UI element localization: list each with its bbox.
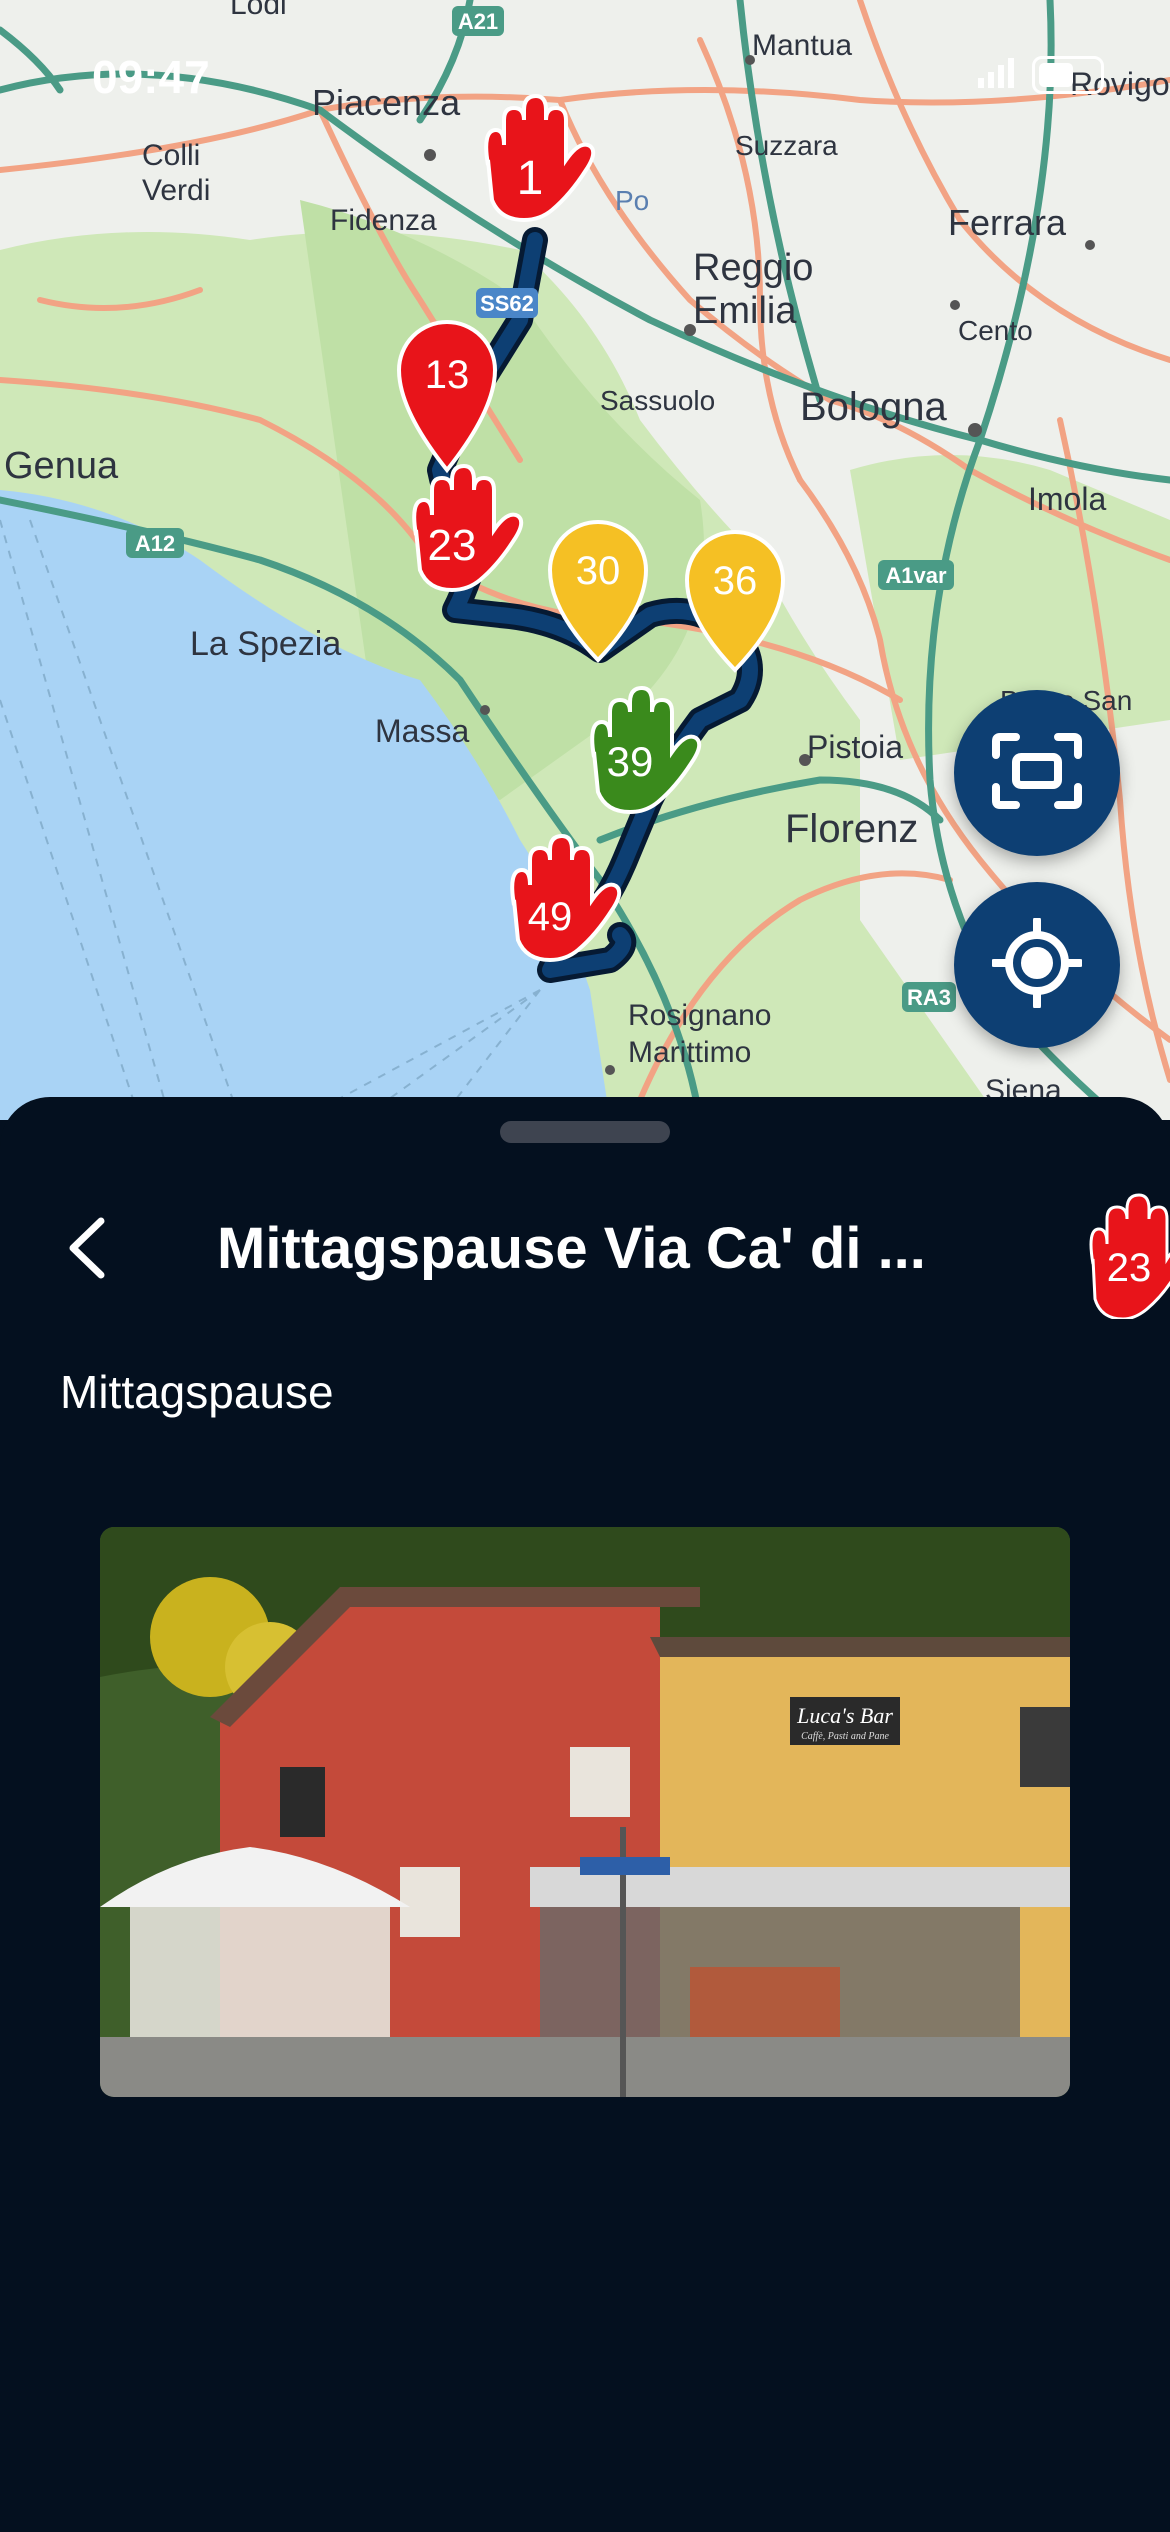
map-label: Massa: [375, 713, 469, 749]
status-time: 09:47: [92, 51, 210, 103]
status-bar: 09:47: [0, 0, 1170, 150]
stop-category: Mittagspause: [60, 1366, 334, 1418]
map-label: Verdi: [142, 174, 210, 207]
map-label: Florenz: [785, 807, 918, 851]
road-shield: RA3: [907, 985, 951, 1010]
road-shield: SS62: [480, 291, 534, 316]
stop-badge: 23: [1080, 1189, 1170, 1321]
map-label: Emilia: [693, 290, 797, 332]
svg-text:39: 39: [607, 738, 654, 785]
map-label: Marittimo: [628, 1036, 751, 1069]
my-location-button[interactable]: [954, 882, 1120, 1048]
fit-to-screen-icon: [992, 732, 1082, 814]
svg-text:13: 13: [425, 353, 470, 397]
battery-icon: [1032, 56, 1104, 94]
drag-handle[interactable]: [500, 1121, 670, 1143]
signal-icon: [978, 57, 1018, 93]
map-label: Reggio: [693, 247, 813, 289]
stop-title: Mittagspause Via Ca' di ...: [217, 1216, 926, 1281]
map-label: Imola: [1028, 481, 1106, 517]
stop-detail-sheet: Mittagspause Via Ca' di ... 23 Mittagspa…: [0, 1097, 1170, 2532]
svg-text:1: 1: [517, 152, 544, 205]
back-button[interactable]: [52, 1215, 122, 1285]
map-label: Ferrara: [948, 202, 1067, 243]
road-shield: A1var: [885, 563, 947, 588]
map-label: Bologna: [800, 385, 948, 429]
svg-text:30: 30: [576, 549, 621, 593]
status-icons: [978, 56, 1104, 94]
map-label: Po: [615, 185, 649, 216]
svg-text:36: 36: [713, 559, 758, 603]
bar-sign: Luca's Bar: [796, 1703, 893, 1728]
stop-photo[interactable]: Luca's Bar Caffè, Pasti and Pane: [100, 1527, 1070, 2097]
bar-sign-sub: Caffè, Pasti and Pane: [801, 1731, 889, 1742]
map-label: Pistoia: [807, 729, 903, 765]
map-label: La Spezia: [190, 625, 341, 663]
svg-text:49: 49: [528, 895, 573, 939]
map-label: Sassuolo: [600, 385, 715, 416]
map-label: Fidenza: [330, 204, 437, 237]
stop-badge-number: 23: [1107, 1246, 1152, 1290]
svg-text:23: 23: [428, 521, 477, 570]
road-shield: A12: [135, 531, 175, 556]
my-location-icon: [990, 915, 1084, 1013]
map-label: Cento: [958, 315, 1033, 346]
fit-to-route-button[interactable]: [954, 690, 1120, 856]
map-label: Rosignano: [628, 999, 771, 1032]
map-label: Genua: [4, 445, 119, 487]
chevron-left-icon: [67, 1217, 107, 1284]
